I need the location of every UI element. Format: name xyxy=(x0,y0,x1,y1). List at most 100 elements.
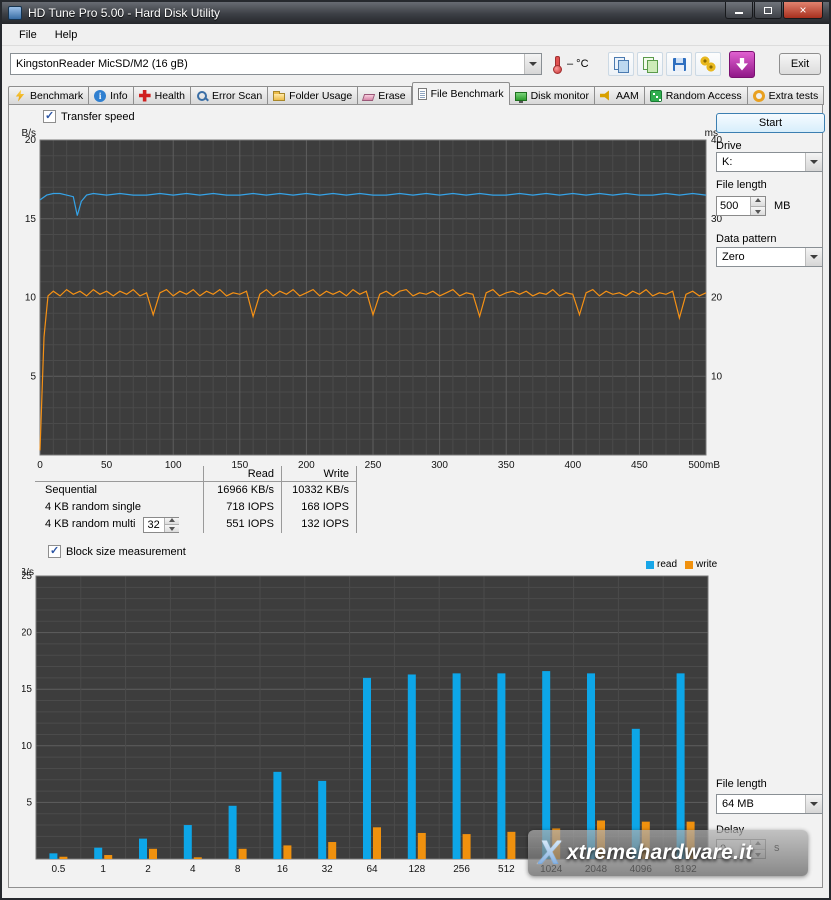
window-title: HD Tune Pro 5.00 - Hard Disk Utility xyxy=(28,6,220,20)
tab-label: Disk monitor xyxy=(531,90,589,102)
exit-button[interactable]: Exit xyxy=(779,53,821,75)
app-icon xyxy=(8,6,22,20)
tab-erase[interactable]: Erase xyxy=(358,86,411,105)
tab-folder-usage[interactable]: Folder Usage xyxy=(268,86,358,105)
result-row-label: 4 KB random multi xyxy=(35,516,203,533)
drive-select[interactable]: K: xyxy=(716,152,823,172)
read-color-swatch xyxy=(646,561,654,569)
menubar: File Help xyxy=(2,24,829,46)
gears-icon xyxy=(700,56,716,72)
transfer-speed-row: Transfer speed xyxy=(43,110,135,123)
save-icon xyxy=(673,58,686,71)
result-write-value: 10332 KB/s xyxy=(281,482,357,499)
block-size-label: Block size measurement xyxy=(66,546,186,558)
tab-random-access[interactable]: Random Access xyxy=(645,86,748,105)
tab-label: AAM xyxy=(616,90,639,102)
hdtune-window: HD Tune Pro 5.00 - Hard Disk Utility × F… xyxy=(0,0,831,900)
transfer-speed-checkbox[interactable] xyxy=(43,110,56,123)
tab-aam[interactable]: AAM xyxy=(595,86,645,105)
chevron-down-icon[interactable] xyxy=(805,795,822,813)
watermark: X xtremehardware.it xyxy=(528,830,808,876)
device-select[interactable]: KingstonReader MicSD/M2 (16 gB) xyxy=(10,53,542,75)
result-write-value: 168 IOPS xyxy=(281,499,357,516)
file-length-spinner[interactable] xyxy=(716,196,766,216)
tab-file-benchmark[interactable]: File Benchmark xyxy=(412,82,510,105)
legend-item-read: read xyxy=(646,559,677,570)
write-color-swatch xyxy=(685,561,693,569)
tab-health[interactable]: Health xyxy=(134,86,191,105)
temperature-readout: – °C xyxy=(567,58,605,70)
random-icon xyxy=(650,90,662,102)
screenshot-icon xyxy=(642,56,658,72)
menu-help[interactable]: Help xyxy=(46,26,87,44)
results-header-write: Write xyxy=(281,466,357,482)
block-size-checkbox[interactable] xyxy=(48,545,61,558)
results-table: ReadWrite Sequential16966 KB/s10332 KB/s 4… xyxy=(35,466,357,533)
result-row-label: Sequential xyxy=(35,482,203,499)
erase-icon xyxy=(362,94,375,101)
result-row-label: 4 KB random single xyxy=(35,499,203,516)
tab-strip: Benchmark Info Health Error ScanFolder Usag… xyxy=(8,82,827,105)
save-button[interactable] xyxy=(666,52,692,76)
file-length-label: File length xyxy=(716,179,767,191)
tab-extra-tests[interactable]: Extra tests xyxy=(748,86,825,105)
data-pattern-label: Data pattern xyxy=(716,233,777,245)
chevron-down-icon[interactable] xyxy=(805,248,822,266)
aam-icon xyxy=(600,90,612,102)
options-button[interactable] xyxy=(695,52,721,76)
spin-down-icon[interactable] xyxy=(750,207,765,216)
spin-down-icon[interactable] xyxy=(164,525,179,532)
menu-file[interactable]: File xyxy=(10,26,46,44)
chevron-down-icon[interactable] xyxy=(805,153,822,171)
spinner-buttons xyxy=(750,197,765,215)
result-write-value: 132 IOPS xyxy=(281,516,357,533)
results-header-spacer xyxy=(35,466,203,482)
file-length2-label: File length xyxy=(716,778,767,790)
result-read-value: 551 IOPS xyxy=(203,516,281,533)
watermark-text: xtremehardware.it xyxy=(567,841,753,865)
result-read-value: 16966 KB/s xyxy=(203,482,281,499)
drive-select-value: K: xyxy=(717,156,805,168)
tab-error-scan[interactable]: Error Scan xyxy=(191,86,268,105)
close-button[interactable]: × xyxy=(783,2,823,19)
file-length2-value: 64 MB xyxy=(717,798,805,810)
transfer-speed-label: Transfer speed xyxy=(61,111,135,123)
window-controls: × xyxy=(724,2,823,19)
start-button[interactable]: Start xyxy=(716,113,825,133)
thermometer-icon xyxy=(552,55,562,73)
tab-label: File Benchmark xyxy=(431,88,504,100)
filebench-icon xyxy=(418,88,427,100)
tab-benchmark[interactable]: Benchmark xyxy=(8,86,89,105)
queue-depth-spinner[interactable] xyxy=(143,517,179,533)
download-button[interactable] xyxy=(729,51,755,78)
file-length2-select[interactable]: 64 MB xyxy=(716,794,823,814)
tab-label: Health xyxy=(155,90,185,102)
data-pattern-select[interactable]: Zero xyxy=(716,247,823,267)
tab-disk-monitor[interactable]: Disk monitor xyxy=(510,86,595,105)
file-length-input[interactable] xyxy=(717,197,750,215)
tab-info[interactable]: Info xyxy=(89,86,134,105)
legend-label: write xyxy=(696,559,717,570)
maximize-button[interactable] xyxy=(754,2,782,19)
result-label-text: 4 KB random multi xyxy=(45,516,135,533)
file-length-unit: MB xyxy=(774,200,791,212)
result-read-value: 718 IOPS xyxy=(203,499,281,516)
result-label-text: 4 KB random single xyxy=(45,499,141,516)
health-icon xyxy=(139,90,151,102)
maximize-icon xyxy=(764,7,772,14)
chevron-down-icon[interactable] xyxy=(524,54,541,74)
queue-depth-input[interactable] xyxy=(144,518,164,532)
minimize-icon xyxy=(735,12,743,14)
spin-up-icon[interactable] xyxy=(164,518,179,526)
results-header-read: Read xyxy=(203,466,281,482)
screenshot-button[interactable] xyxy=(637,52,663,76)
spin-up-icon[interactable] xyxy=(750,197,765,207)
copy-icon xyxy=(613,56,629,72)
minimize-button[interactable] xyxy=(725,2,753,19)
benchmark-icon xyxy=(14,90,26,102)
copy-button[interactable] xyxy=(608,52,634,76)
chart-legend: read write xyxy=(646,559,717,570)
folder-icon xyxy=(273,93,285,101)
tab-label: Info xyxy=(110,90,128,102)
download-arrow-icon xyxy=(736,58,748,71)
